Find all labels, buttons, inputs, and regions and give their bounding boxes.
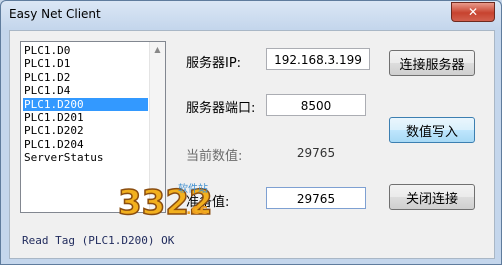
tag-list-item[interactable]: PLC1.D202 [23, 124, 148, 137]
app-window: Easy Net Client ✕ PLC1.D0 PLC1.D1 PLC1.D2 P… [0, 0, 502, 265]
watermark-logo: 3322 软件站 .cc [117, 182, 213, 224]
tag-list-item[interactable]: PLC1.D0 [23, 44, 148, 57]
current-value-label: 当前数值: [186, 149, 243, 164]
close-connection-button[interactable]: 关闭连接 [389, 184, 475, 210]
server-ip-field[interactable]: 192.168.3.199 [266, 48, 370, 70]
server-port-field[interactable]: 8500 [266, 94, 366, 116]
current-value-field: 29765 [266, 141, 366, 163]
prepare-value-field[interactable]: 29765 [266, 187, 366, 209]
tag-list-item[interactable]: ServerStatus [23, 151, 148, 164]
tag-list-item[interactable]: PLC1.D200 [23, 97, 148, 111]
watermark-suffix: .cc [186, 202, 208, 218]
tag-list-item[interactable]: PLC1.D201 [23, 111, 148, 124]
client-area: PLC1.D0 PLC1.D1 PLC1.D2 PLC1.D4 PLC1.D200 PLC… [9, 30, 495, 259]
tag-list-item[interactable]: PLC1.D204 [23, 138, 148, 151]
server-port-label: 服务器端口: [186, 101, 256, 116]
write-value-button[interactable]: 数值写入 [389, 117, 475, 143]
tag-list-item[interactable]: PLC1.D1 [23, 57, 148, 70]
status-text: Read Tag (PLC1.D200) OK [22, 234, 175, 247]
connect-server-button[interactable]: 连接服务器 [389, 50, 475, 76]
scroll-up-icon[interactable]: ▲ [150, 42, 165, 57]
watermark-sub: 软件站 [178, 182, 208, 195]
window-title: Easy Net Client [9, 7, 101, 21]
tag-list-item[interactable]: PLC1.D2 [23, 71, 148, 84]
server-ip-label: 服务器IP: [186, 56, 242, 71]
close-icon: ✕ [467, 5, 479, 19]
tag-list-item[interactable]: PLC1.D4 [23, 84, 148, 97]
close-window-button[interactable]: ✕ [451, 2, 495, 22]
